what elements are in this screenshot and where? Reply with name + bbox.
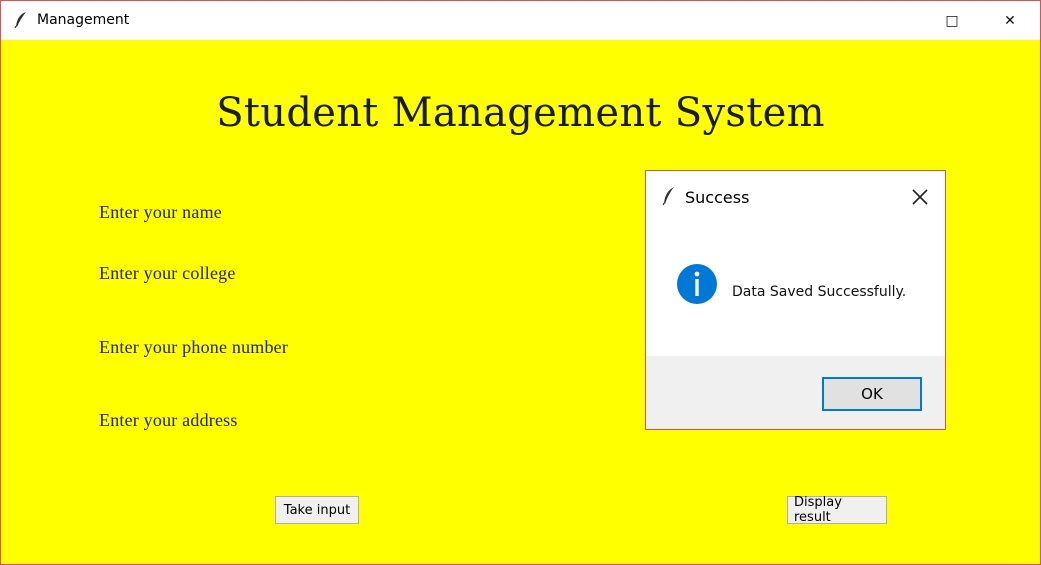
window-title: Management	[37, 12, 130, 28]
college-label: Enter your college	[99, 263, 236, 283]
display-result-button[interactable]: Display result	[787, 495, 887, 525]
close-icon[interactable]	[908, 185, 932, 209]
info-icon	[677, 264, 717, 304]
maximize-icon: □	[945, 12, 959, 29]
main-window: Management □ ✕ Student Management System…	[0, 0, 1041, 565]
name-label: Enter your name	[99, 202, 222, 222]
page-title: Student Management System	[216, 90, 825, 136]
feather-icon	[662, 187, 674, 206]
close-icon: ✕	[1004, 12, 1016, 29]
window-close-button[interactable]: ✕	[987, 1, 1033, 40]
maximize-button[interactable]: □	[929, 1, 975, 40]
phone-label: Enter your phone number	[99, 337, 289, 357]
dialog-title: Success	[685, 188, 750, 207]
take-input-button[interactable]: Take input	[275, 496, 359, 524]
titlebar[interactable]: Management □ ✕	[1, 1, 1040, 40]
ok-button[interactable]: OK	[822, 377, 922, 411]
success-dialog: Success Data Saved Successfully. OK	[645, 170, 946, 430]
dialog-message: Data Saved Successfully.	[732, 284, 907, 300]
feather-icon	[14, 12, 26, 29]
address-label: Enter your address	[99, 410, 238, 430]
